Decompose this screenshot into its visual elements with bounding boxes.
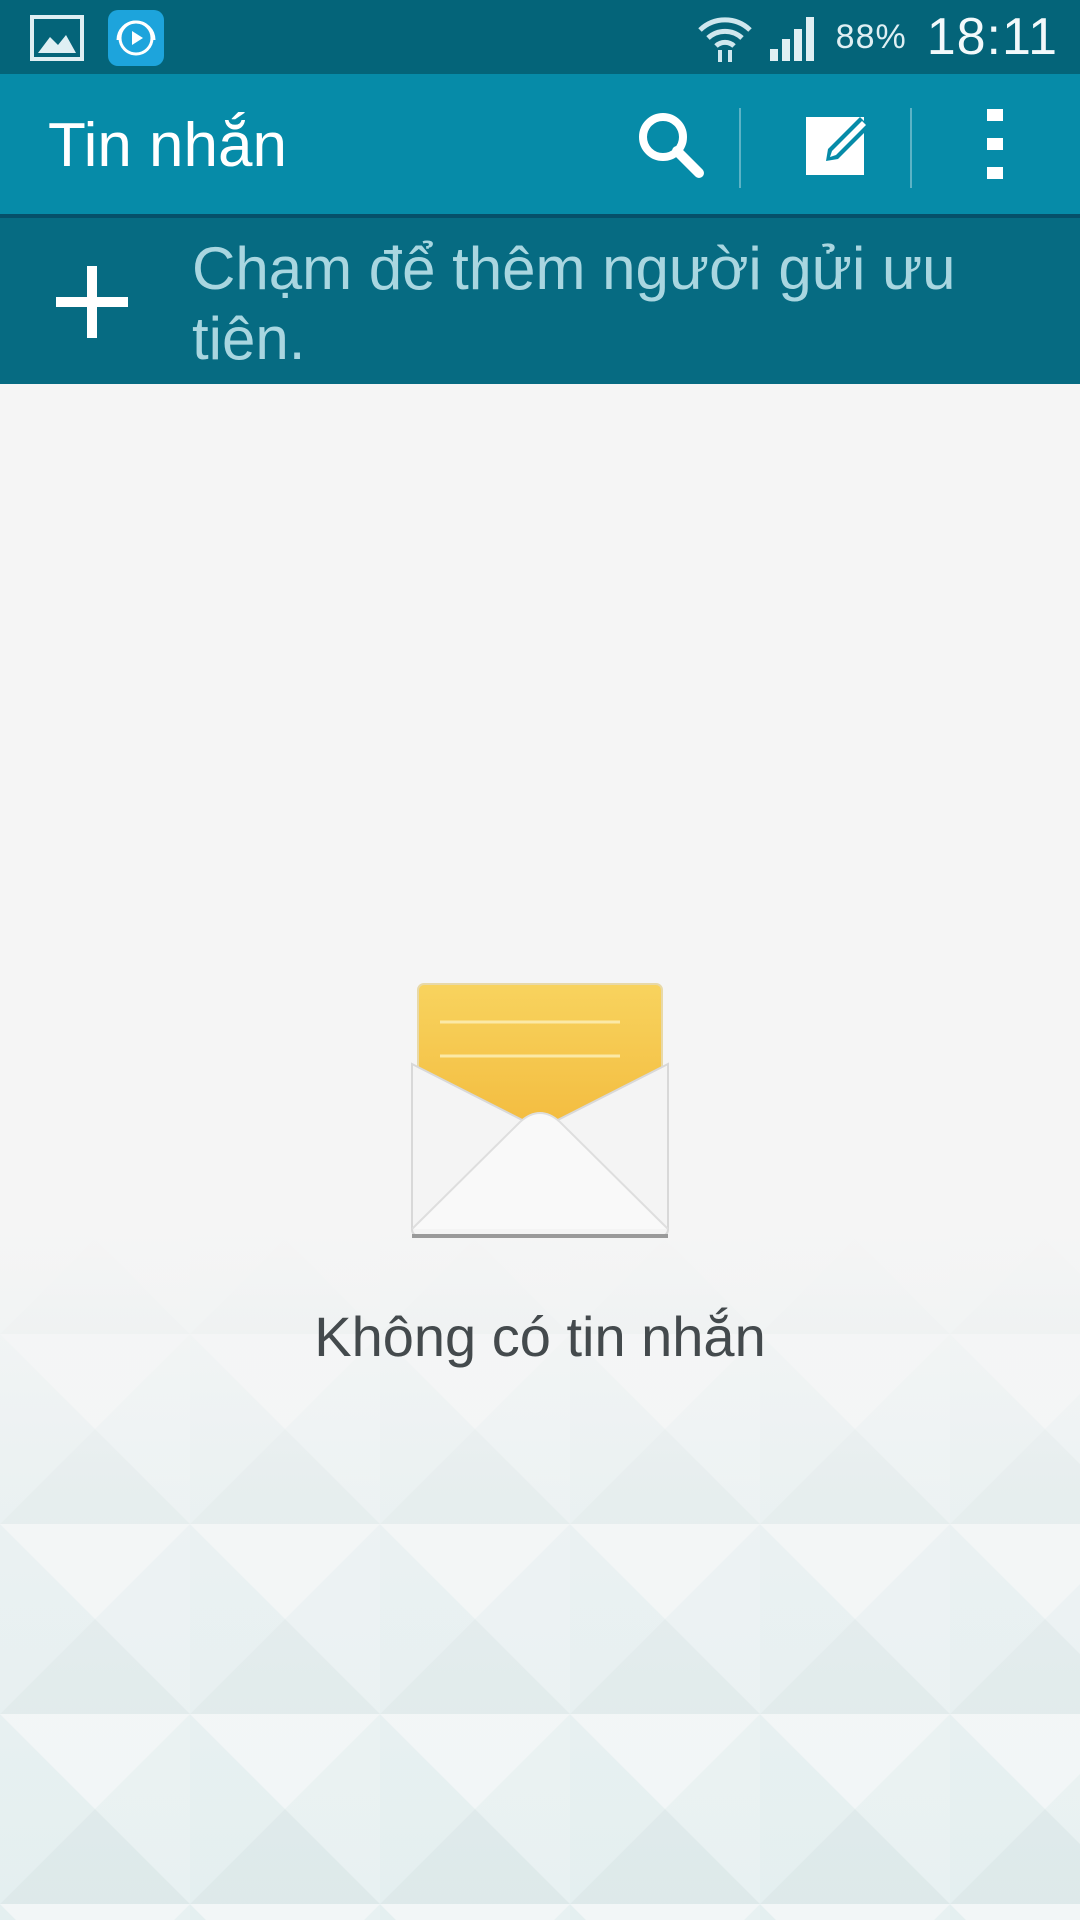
plus-icon	[56, 266, 128, 338]
gallery-icon	[30, 15, 84, 61]
priority-sender-prompt: Chạm để thêm người gửi ưu tiên.	[192, 235, 956, 372]
message-list-area: Không có tin nhắn	[0, 384, 1080, 1920]
media-app-icon	[108, 10, 164, 66]
system-status: 88% 18:11	[696, 0, 1058, 74]
overflow-menu-icon	[987, 109, 1003, 179]
action-divider	[910, 108, 912, 188]
priority-sender-banner[interactable]: Chạm để thêm người gửi ưu tiên.	[0, 218, 1080, 384]
compose-icon	[806, 117, 870, 175]
action-divider	[739, 108, 741, 188]
compose-button[interactable]	[770, 74, 910, 214]
search-button[interactable]	[600, 74, 740, 214]
envelope-icon	[411, 983, 669, 1238]
clock: 18:11	[926, 8, 1058, 66]
empty-state-message: Không có tin nhắn	[314, 1305, 766, 1368]
action-bar: Tin nhắn	[0, 74, 1080, 218]
wifi-icon	[697, 17, 752, 62]
search-icon	[639, 113, 704, 178]
signal-icon	[769, 17, 814, 61]
page-title: Tin nhắn	[48, 111, 287, 180]
battery-level: 88%	[835, 17, 907, 56]
status-bar: 88% 18:11	[0, 0, 1080, 74]
notification-icons	[30, 9, 164, 67]
overflow-menu-button[interactable]	[940, 74, 1050, 214]
